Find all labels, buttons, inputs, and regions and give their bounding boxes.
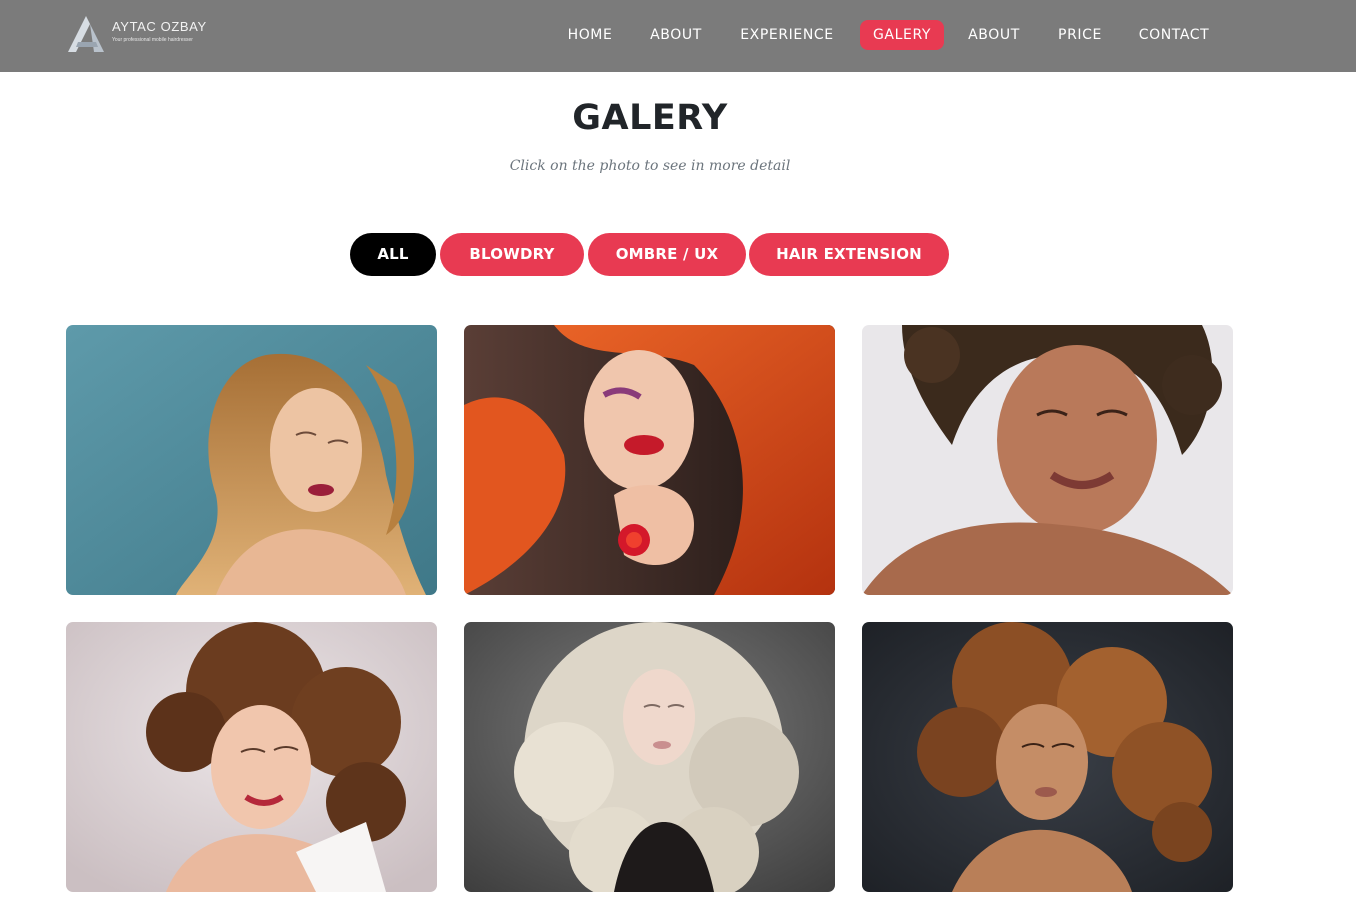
nav-contact[interactable]: CONTACT: [1128, 20, 1220, 50]
portrait-image: [66, 325, 437, 595]
gallery-photo-5[interactable]: [464, 622, 835, 892]
gallery-photo-6[interactable]: [862, 622, 1233, 892]
filter-ombre-button[interactable]: OMBRE / UX: [588, 233, 746, 276]
nav-galery[interactable]: GALERY: [860, 20, 944, 50]
brand-tagline: Your professional mobile hairdresser: [112, 37, 193, 43]
portrait-image: [66, 622, 437, 892]
portrait-image: [464, 325, 835, 595]
brand-name: AYTAC OZBAY: [112, 19, 207, 34]
gallery-photo-4[interactable]: [66, 622, 437, 892]
site-header: AYTAC OZBAY Your professional mobile hai…: [0, 0, 1356, 72]
gallery-subtitle: Click on the photo to see in more detail: [509, 158, 791, 174]
gallery-title: GALERY: [572, 98, 728, 138]
nav-about-2[interactable]: ABOUT: [958, 20, 1030, 50]
portrait-image: [862, 325, 1233, 595]
portrait-image: [862, 622, 1233, 892]
filter-all-button[interactable]: ALL: [350, 233, 436, 276]
nav-experience[interactable]: EXPERIENCE: [728, 20, 846, 50]
brand-logo[interactable]: AYTAC OZBAY Your professional mobile hai…: [64, 14, 214, 54]
nav-about[interactable]: ABOUT: [640, 20, 712, 50]
portrait-image: [464, 622, 835, 892]
nav-home[interactable]: HOME: [556, 20, 624, 50]
filter-blowdry-button[interactable]: BLOWDRY: [440, 233, 584, 276]
logo-a-icon: [68, 16, 104, 52]
gallery-photo-1[interactable]: [66, 325, 437, 595]
nav-price[interactable]: PRICE: [1046, 20, 1114, 50]
gallery-photo-3[interactable]: [862, 325, 1233, 595]
filter-hair-extension-button[interactable]: HAIR EXTENSION: [749, 233, 949, 276]
gallery-photo-2[interactable]: [464, 325, 835, 595]
